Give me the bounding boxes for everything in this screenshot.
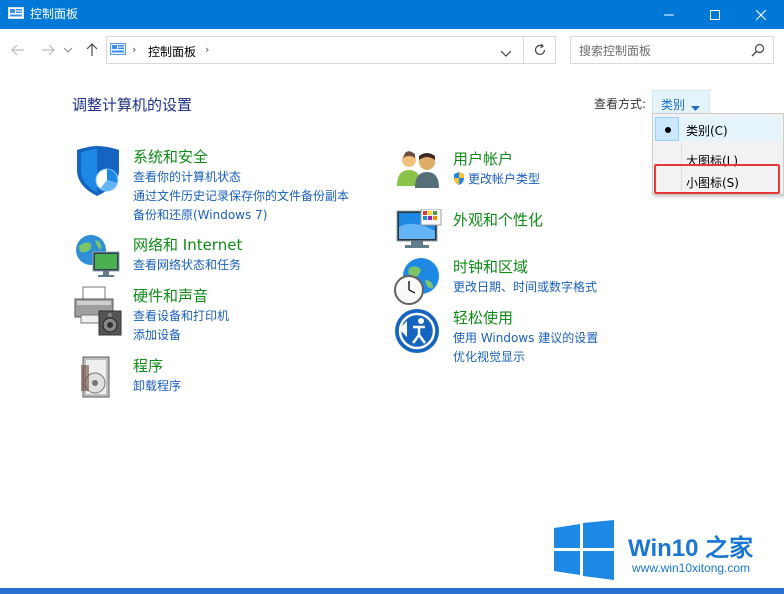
link-change-account-type-label: 更改帐户类型 xyxy=(468,172,541,186)
refresh-button[interactable] xyxy=(524,36,556,64)
link-optimize-visual-display[interactable]: 优化视觉显示 xyxy=(453,348,598,367)
chevron-down-icon xyxy=(64,47,72,53)
up-button[interactable] xyxy=(82,40,102,60)
link-view-computer-status[interactable]: 查看你的计算机状态 xyxy=(133,168,349,187)
category-links: 更改日期、时间或数字格式 xyxy=(453,278,597,297)
windows-logo-icon xyxy=(554,520,614,580)
category-links: 更改帐户类型 xyxy=(453,170,540,189)
arrow-left-icon xyxy=(11,44,24,56)
navigation-bar: › 控制面板 › xyxy=(0,29,784,71)
view-by-label: 查看方式: xyxy=(594,97,647,111)
category-title[interactable]: 外观和个性化 xyxy=(453,209,543,230)
maximize-icon xyxy=(710,9,720,20)
address-dropdown-button[interactable] xyxy=(500,46,512,60)
category-title[interactable]: 轻松使用 xyxy=(453,307,513,328)
search-box[interactable] xyxy=(570,36,774,64)
category-links: 查看网络状态和任务 xyxy=(133,256,241,275)
chevron-down-icon xyxy=(500,50,512,57)
users-icon[interactable] xyxy=(393,148,445,200)
forward-button[interactable] xyxy=(38,40,58,60)
radio-selected-icon xyxy=(655,117,679,141)
refresh-icon xyxy=(534,43,545,56)
link-recommended-settings[interactable]: 使用 Windows 建议的设置 xyxy=(453,329,598,348)
category-title[interactable]: 时钟和区域 xyxy=(453,256,528,277)
address-bar[interactable]: › 控制面板 › xyxy=(106,36,524,64)
category-title[interactable]: 用户帐户 xyxy=(453,148,513,169)
view-by-value: 类别 xyxy=(661,98,686,112)
link-change-account-type[interactable]: 更改帐户类型 xyxy=(453,170,540,189)
category-links: 查看设备和打印机 添加设备 xyxy=(133,307,229,345)
page-title: 调整计算机的设置 xyxy=(72,96,193,114)
breadcrumb-separator-icon[interactable]: › xyxy=(132,43,136,56)
maximize-button[interactable] xyxy=(692,0,738,29)
appearance-monitor-icon[interactable] xyxy=(393,208,445,261)
dropdown-arrow-icon xyxy=(691,100,700,114)
minimize-icon xyxy=(664,14,674,15)
menu-item-label: 类别(C) xyxy=(686,124,728,138)
category-title[interactable]: 程序 xyxy=(133,355,163,376)
link-devices-printers[interactable]: 查看设备和打印机 xyxy=(133,307,229,326)
control-panel-icon xyxy=(8,7,24,21)
link-network-status[interactable]: 查看网络状态和任务 xyxy=(133,256,241,275)
annotation-highlight-box xyxy=(654,164,780,194)
back-button[interactable] xyxy=(8,40,28,60)
arrow-right-icon xyxy=(42,44,55,56)
category-title[interactable]: 硬件和声音 xyxy=(133,285,208,306)
category-links: 查看你的计算机状态 通过文件历史记录保存你的文件备份副本 备份和还原(Windo… xyxy=(133,168,349,225)
shield-icon[interactable] xyxy=(73,146,125,198)
search-icon[interactable] xyxy=(751,43,765,60)
title-bar: 控制面板 xyxy=(0,0,784,29)
link-uninstall-program[interactable]: 卸载程序 xyxy=(133,377,181,396)
search-input[interactable] xyxy=(579,42,749,59)
category-title[interactable]: 网络和 Internet xyxy=(133,234,242,255)
menu-item-category[interactable]: 类别(C) xyxy=(655,117,781,141)
network-globe-icon[interactable] xyxy=(73,234,125,286)
breadcrumb-separator-icon[interactable]: › xyxy=(205,43,209,56)
printer-icon[interactable] xyxy=(73,285,125,337)
recent-locations-button[interactable] xyxy=(62,40,74,60)
control-panel-icon xyxy=(110,43,126,57)
close-icon xyxy=(756,9,766,20)
programs-icon[interactable] xyxy=(73,355,125,407)
link-change-date-time-format[interactable]: 更改日期、时间或数字格式 xyxy=(453,278,597,297)
breadcrumb-control-panel[interactable]: 控制面板 xyxy=(148,43,196,60)
window-title: 控制面板 xyxy=(30,7,79,21)
category-links: 卸载程序 xyxy=(133,377,181,396)
arrow-up-icon xyxy=(86,43,98,56)
close-button[interactable] xyxy=(738,0,784,29)
category-links: 使用 Windows 建议的设置 优化视觉显示 xyxy=(453,329,598,367)
watermark-brand: Win10 之家 xyxy=(628,535,754,562)
minimize-button[interactable] xyxy=(646,0,692,29)
link-backup-restore[interactable]: 备份和还原(Windows 7) xyxy=(133,206,349,225)
clock-globe-icon[interactable] xyxy=(393,256,445,308)
uac-shield-icon xyxy=(454,172,464,185)
view-by-dropdown[interactable]: 类别 xyxy=(652,90,710,114)
watermark-url: www.win10xitong.com xyxy=(632,561,751,575)
ease-of-access-icon[interactable] xyxy=(393,307,445,359)
category-title[interactable]: 系统和安全 xyxy=(133,146,208,167)
link-file-history[interactable]: 通过文件历史记录保存你的文件备份副本 xyxy=(133,187,349,206)
link-add-device[interactable]: 添加设备 xyxy=(133,326,229,345)
bottom-strip xyxy=(0,588,784,594)
